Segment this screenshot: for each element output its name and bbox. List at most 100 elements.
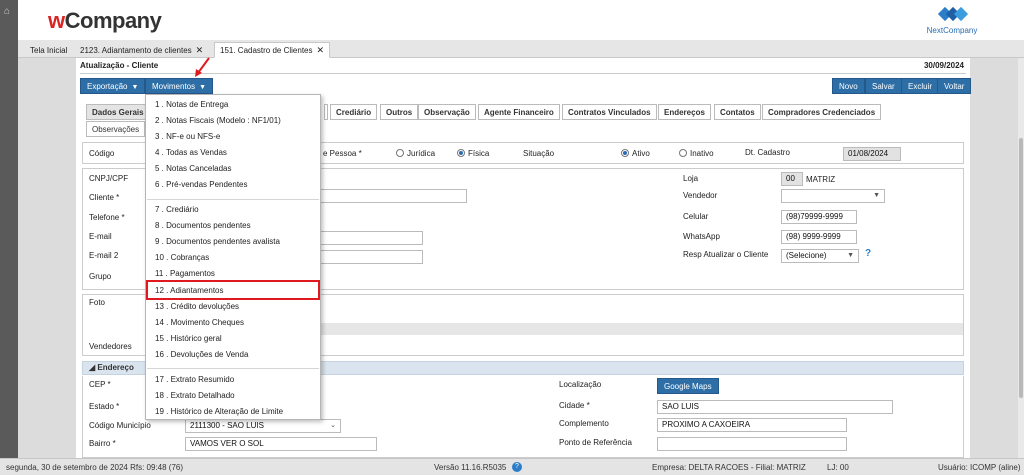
tab-label: Tela Inicial (30, 46, 68, 55)
email2-input[interactable] (319, 250, 423, 264)
tab-adiantamento[interactable]: 2123. Adiantamento de clientes ✕ (74, 42, 209, 58)
tab-outros[interactable]: Outros (380, 104, 419, 120)
radio-icon (679, 149, 687, 157)
loja-name: MATRIZ (806, 175, 836, 184)
menu-item-notas-entrega[interactable]: 1 . Notas de Entrega (147, 97, 319, 112)
tab-cadastro-clientes[interactable]: 151. Cadastro de Clientes ✕ (214, 42, 331, 58)
bairro-input[interactable]: VAMOS VER O SOL (185, 437, 377, 451)
scrollbar-thumb[interactable] (1019, 138, 1023, 398)
logo-text: Company (64, 8, 162, 33)
exportacao-button[interactable]: Exportação ▼ (80, 78, 146, 94)
whatsapp-label: WhatsApp (683, 232, 720, 241)
status-lj: LJ: 00 (827, 463, 849, 472)
tab-label: Dados Gerais (92, 108, 144, 117)
loja-code-field: 00 (781, 172, 803, 186)
tab-label: Contatos (720, 108, 755, 117)
situacao-label: Situação (523, 149, 555, 158)
nextcompany-mark-icon (936, 4, 969, 24)
left-sidebar: ⌂ (0, 0, 18, 475)
email-label: E-mail (89, 232, 112, 241)
home-icon[interactable]: ⌂ (4, 6, 10, 17)
resp-label: Resp Atualizar o Cliente (683, 250, 769, 259)
menu-item-credito-devolucoes[interactable]: 13 . Crédito devoluções (147, 299, 319, 314)
vendedor-select[interactable]: ▼ (781, 189, 885, 203)
ponto-referencia-input[interactable] (657, 437, 847, 451)
complemento-input[interactable]: PROXIMO A CAXOEIRA (657, 418, 847, 432)
cliente-input[interactable] (319, 189, 467, 203)
button-label: Google Maps (664, 382, 712, 391)
tab-label: Agente Financeiro (484, 108, 554, 117)
tab-observacao[interactable]: Observação (418, 104, 476, 120)
tab-dados-gerais[interactable]: Dados Gerais (86, 104, 150, 120)
radio-ativo[interactable]: Ativo (621, 149, 650, 158)
status-version: Versão 11.16.R5035 (434, 463, 507, 472)
button-label: Salvar (872, 82, 895, 91)
localizacao-label: Localização (559, 380, 602, 389)
tab-agente-financeiro[interactable]: Agente Financeiro (478, 104, 560, 120)
menu-item-historico-limite[interactable]: 19 . Histórico de Alteração de Limite (147, 404, 319, 419)
status-date: segunda, 30 de setembro de 2024 Rfs: 09:… (6, 463, 184, 472)
tab-compradores[interactable]: Compradores Credenciados (762, 104, 882, 120)
google-maps-button[interactable]: Google Maps (657, 378, 719, 394)
codigo-municipio-select[interactable]: 2111300 - SAO LUIS ⌄ (185, 419, 341, 433)
menu-item-pagamentos[interactable]: 11 . Pagamentos (147, 266, 319, 281)
radio-fisica[interactable]: Física (457, 149, 489, 158)
telefone-label: Telefone * (89, 213, 125, 222)
scrollbar[interactable] (1018, 58, 1024, 458)
menu-item-historico-geral[interactable]: 15 . Histórico geral (147, 331, 319, 346)
tab-tela-inicial[interactable]: Tela Inicial (24, 42, 73, 58)
celular-input[interactable]: (98)79999-9999 (781, 210, 857, 224)
close-icon[interactable]: ✕ (196, 45, 204, 55)
dt-cadastro-label: Dt. Cadastro (745, 148, 790, 157)
foto-label: Foto (89, 298, 106, 307)
close-icon[interactable]: ✕ (317, 45, 325, 55)
celular-label: Celular (683, 212, 709, 221)
radio-juridica[interactable]: Jurídica (396, 149, 435, 158)
menu-item-pre-vendas[interactable]: 6 . Pré-vendas Pendentes (147, 177, 319, 192)
radio-inativo[interactable]: Inativo (679, 149, 714, 158)
tab-crediario[interactable]: Crediário (330, 104, 378, 120)
menu-item-documentos-pendentes[interactable]: 8 . Documentos pendentes (147, 218, 319, 233)
menu-item-todas-vendas[interactable]: 4 . Todas as Vendas (147, 145, 319, 160)
chevron-down-icon: ▼ (131, 84, 139, 91)
voltar-button[interactable]: Voltar (937, 78, 972, 94)
menu-item-extrato-detalhado[interactable]: 18 . Extrato Detalhado (147, 388, 319, 403)
tab-hidden[interactable] (324, 104, 328, 120)
page-tabs: Tela Inicial 2123. Adiantamento de clien… (18, 40, 1024, 58)
cnpj-label: CNPJ/CPF (89, 174, 129, 183)
tab-contatos[interactable]: Contatos (714, 104, 761, 120)
novo-button[interactable]: Novo (832, 78, 865, 94)
tab-observacoes[interactable]: Observações (86, 121, 146, 137)
menu-item-cobrancas[interactable]: 10 . Cobranças (147, 250, 319, 265)
email-input[interactable] (319, 231, 423, 245)
menu-item-extrato-resumido[interactable]: 17 . Extrato Resumido (147, 372, 319, 387)
help-icon[interactable]: ? (512, 462, 522, 472)
help-icon[interactable]: ? (865, 248, 871, 259)
tipo-pessoa-label: e Pessoa * (323, 149, 362, 158)
button-label: Excluir (908, 82, 933, 91)
resp-select[interactable]: (Selecione) ▼ (781, 249, 859, 263)
menu-item-notas-fiscais[interactable]: 2 . Notas Fiscais (Modelo : NF1/01) (147, 113, 319, 128)
codigo-municipio-value: 2111300 - SAO LUIS (190, 421, 264, 430)
cidade-input[interactable]: SAO LUIS (657, 400, 893, 414)
ponto-referencia-label: Ponto de Referência (559, 438, 632, 447)
logo-w: w (48, 8, 65, 33)
tab-enderecos[interactable]: Endereços (658, 104, 711, 120)
divider (80, 73, 966, 74)
menu-item-crediario[interactable]: 7 . Crediário (147, 202, 319, 217)
highlight-box (146, 280, 320, 300)
salvar-button[interactable]: Salvar (865, 78, 902, 94)
menu-item-movimento-cheques[interactable]: 14 . Movimento Cheques (147, 315, 319, 330)
whatsapp-input[interactable]: (98) 9999-9999 (781, 230, 857, 244)
menu-item-notas-canceladas[interactable]: 5 . Notas Canceladas (147, 161, 319, 176)
movimentos-button[interactable]: Movimentos ▼ (145, 78, 214, 94)
button-label: Voltar (944, 82, 965, 91)
menu-item-documentos-avalista[interactable]: 9 . Documentos pendentes avalista (147, 234, 319, 249)
tab-contratos-vinculados[interactable]: Contratos Vinculados (562, 104, 657, 120)
resp-value: (Selecione) (786, 251, 827, 260)
menu-item-nfe[interactable]: 3 . NF-e ou NFS-e (147, 129, 319, 144)
radio-label: Física (468, 149, 490, 158)
excluir-button[interactable]: Excluir (901, 78, 940, 94)
wcompany-logo: wCompany (48, 8, 162, 34)
menu-item-devolucoes-venda[interactable]: 16 . Devoluções de Venda (147, 347, 319, 362)
